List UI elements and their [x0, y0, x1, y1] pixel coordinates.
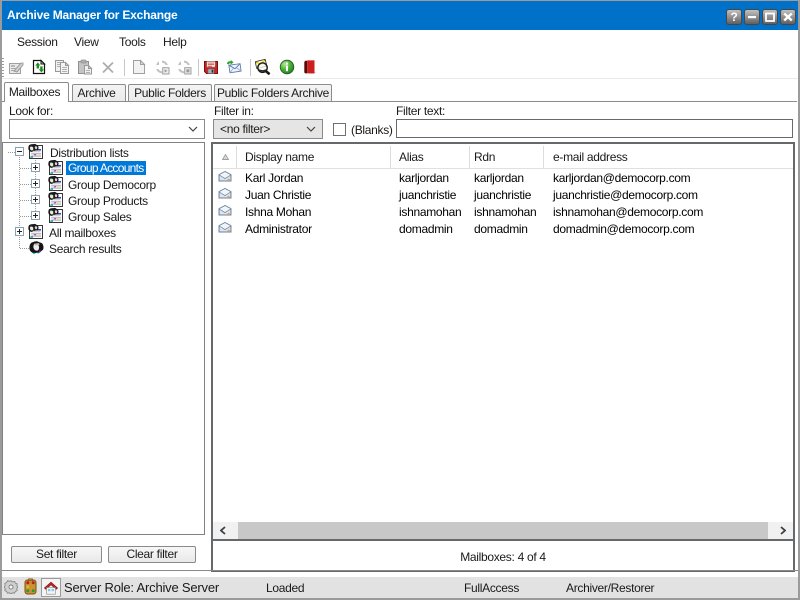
svg-text:?: ?	[730, 10, 737, 24]
